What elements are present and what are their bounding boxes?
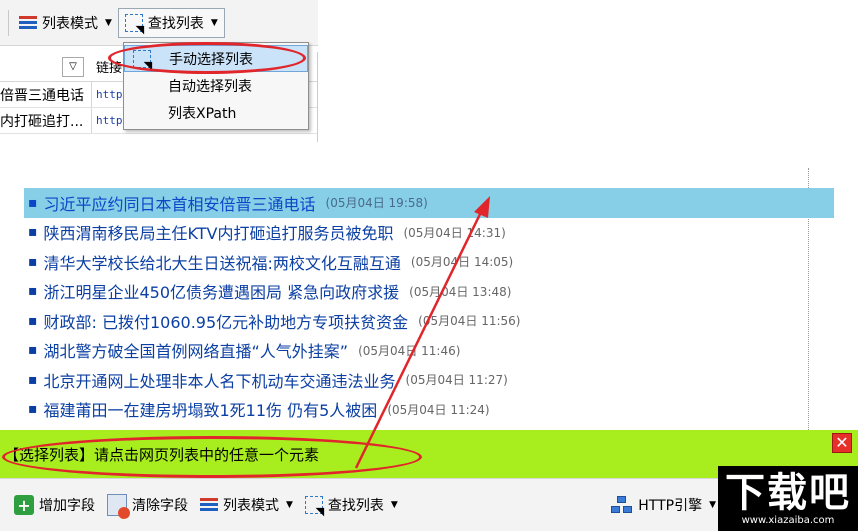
select-cursor-icon — [133, 50, 151, 68]
news-item[interactable]: ▪ 陕西渭南移民局主任KTV内打砸追打服务员被免职 (05月04日 14:31) — [24, 218, 834, 248]
bullet-icon: ▪ — [28, 371, 38, 388]
news-title: 习近平应约同日本首相安倍晋三通电话 — [43, 194, 316, 214]
grid-cell-text: 倍晋三通电话 — [0, 82, 92, 107]
clear-icon — [107, 494, 130, 519]
grid-cell-text: 内打砸追打... — [0, 108, 92, 133]
network-icon — [611, 496, 633, 514]
news-list: ▪ 习近平应约同日本首相安倍晋三通电话 (05月04日 19:58) ▪ 陕西渭… — [24, 188, 834, 424]
find-list-menu: 手动选择列表 自动选择列表 列表XPath — [123, 42, 309, 130]
chevron-down-icon: ▽ — [69, 61, 77, 72]
news-time: (05月04日 11:46) — [358, 343, 461, 358]
news-item-selected[interactable]: ▪ 习近平应约同日本首相安倍晋三通电话 (05月04日 19:58) — [24, 188, 834, 218]
news-time: (05月04日 14:05) — [410, 255, 514, 270]
news-title: 清华大学校长给北大生日送祝福:两校文化互融互通 — [43, 253, 401, 273]
news-title: 浙江明星企业450亿债务遭遇困局 紧急向政府求援 — [43, 283, 400, 303]
top-toolbar: 列表模式 ▼ 查找列表 ▼ — [0, 0, 318, 46]
chevron-down-icon: ▼ — [286, 500, 293, 510]
clear-field-label: 清除字段 — [132, 498, 188, 514]
http-engine-button[interactable]: HTTP引擎 ▼ — [605, 490, 722, 520]
list-icon — [200, 497, 218, 513]
news-time: (05月04日 14:31) — [403, 225, 506, 240]
plus-icon: + — [14, 495, 34, 515]
column-dropdown-button[interactable]: ▽ — [62, 56, 84, 77]
list-icon — [19, 15, 37, 31]
find-list-label: 查找列表 — [147, 15, 204, 32]
news-time: (05月04日 19:58) — [325, 196, 428, 211]
news-item[interactable]: ▪ 湖北警方破全国首例网络直播“人气外挂案” (05月04日 11:46) — [24, 336, 834, 366]
menu-item-label: 自动选择列表 — [168, 78, 252, 95]
watermark-logo: 下载吧 — [725, 469, 851, 516]
close-button[interactable]: ✕ — [832, 433, 852, 453]
news-item[interactable]: ▪ 福建莆田一在建房坍塌致1死11伤 仍有5人被困 (05月04日 11:24) — [24, 395, 834, 425]
http-engine-label: HTTP引擎 — [638, 498, 703, 514]
news-item[interactable]: ▪ 浙江明星企业450亿债务遭遇困局 紧急向政府求援 (05月04日 13:48… — [24, 277, 834, 307]
news-time: (05月04日 11:27) — [405, 373, 508, 388]
news-title: 财政部: 已拨付1060.95亿元补助地方专项扶贫资金 — [43, 312, 409, 332]
news-time: (05月04日 11:24) — [387, 402, 490, 417]
add-field-label: 增加字段 — [39, 498, 95, 514]
grid-column-title: 链接 — [96, 61, 123, 76]
site-watermark: 下载吧 www.xiazaiba.com — [718, 466, 858, 531]
news-title: 陕西渭南移民局主任KTV内打砸追打服务员被免职 — [43, 224, 394, 244]
bullet-icon: ▪ — [28, 312, 38, 329]
menu-item-manual-select[interactable]: 手动选择列表 — [124, 45, 308, 72]
bullet-icon: ▪ — [28, 342, 38, 359]
find-list-button[interactable]: 查找列表 ▼ — [299, 490, 404, 520]
tip-message: 【选择列表】请点击网页列表中的任意一个元素 — [4, 445, 320, 464]
bullet-icon: ▪ — [28, 401, 38, 418]
menu-item-label: 手动选择列表 — [169, 51, 253, 68]
news-item[interactable]: ▪ 财政部: 已拨付1060.95亿元补助地方专项扶贫资金 (05月04日 11… — [24, 306, 834, 336]
bullet-icon: ▪ — [28, 283, 38, 300]
news-title: 湖北警方破全国首例网络直播“人气外挂案” — [43, 342, 349, 362]
find-list-label: 查找列表 — [327, 498, 384, 514]
news-time: (05月04日 11:56) — [418, 314, 521, 329]
menu-item-label: 列表XPath — [168, 105, 237, 122]
chevron-down-icon: ▼ — [210, 17, 218, 28]
select-cursor-icon — [304, 496, 323, 514]
list-mode-label: 列表模式 — [42, 15, 98, 32]
bullet-icon: ▪ — [28, 253, 38, 270]
news-title: 福建莆田一在建房坍塌致1死11伤 仍有5人被困 — [43, 401, 378, 421]
list-mode-button[interactable]: 列表模式 ▼ — [13, 8, 118, 38]
news-item[interactable]: ▪ 清华大学校长给北大生日送祝福:两校文化互融互通 (05月04日 14:05) — [24, 247, 834, 277]
chevron-down-icon: ▼ — [390, 500, 398, 510]
news-time: (05月04日 13:48) — [409, 284, 512, 299]
bullet-icon: ▪ — [28, 224, 38, 241]
clear-field-button[interactable]: 清除字段 — [101, 490, 194, 520]
news-title: 北京开通网上处理非本人名下机动车交通违法业务 — [43, 371, 396, 391]
news-item[interactable]: ▪ 北京开通网上处理非本人名下机动车交通违法业务 (05月04日 11:27) — [24, 365, 834, 395]
menu-item-auto-select[interactable]: 自动选择列表 — [124, 72, 308, 99]
watermark-url: www.xiazaiba.com — [741, 514, 835, 526]
add-field-button[interactable]: + 增加字段 — [8, 490, 101, 520]
find-list-button[interactable]: 查找列表 ▼ — [117, 7, 225, 38]
close-icon: ✕ — [835, 433, 849, 452]
list-mode-button[interactable]: 列表模式 ▼ — [194, 490, 299, 520]
menu-item-list-xpath[interactable]: 列表XPath — [124, 99, 308, 126]
bullet-icon: ▪ — [28, 194, 38, 211]
chevron-down-icon: ▼ — [105, 17, 112, 28]
toolbar-separator — [8, 9, 9, 36]
list-mode-label: 列表模式 — [223, 498, 279, 514]
select-cursor-icon — [124, 13, 143, 32]
chevron-down-icon: ▼ — [709, 500, 716, 510]
